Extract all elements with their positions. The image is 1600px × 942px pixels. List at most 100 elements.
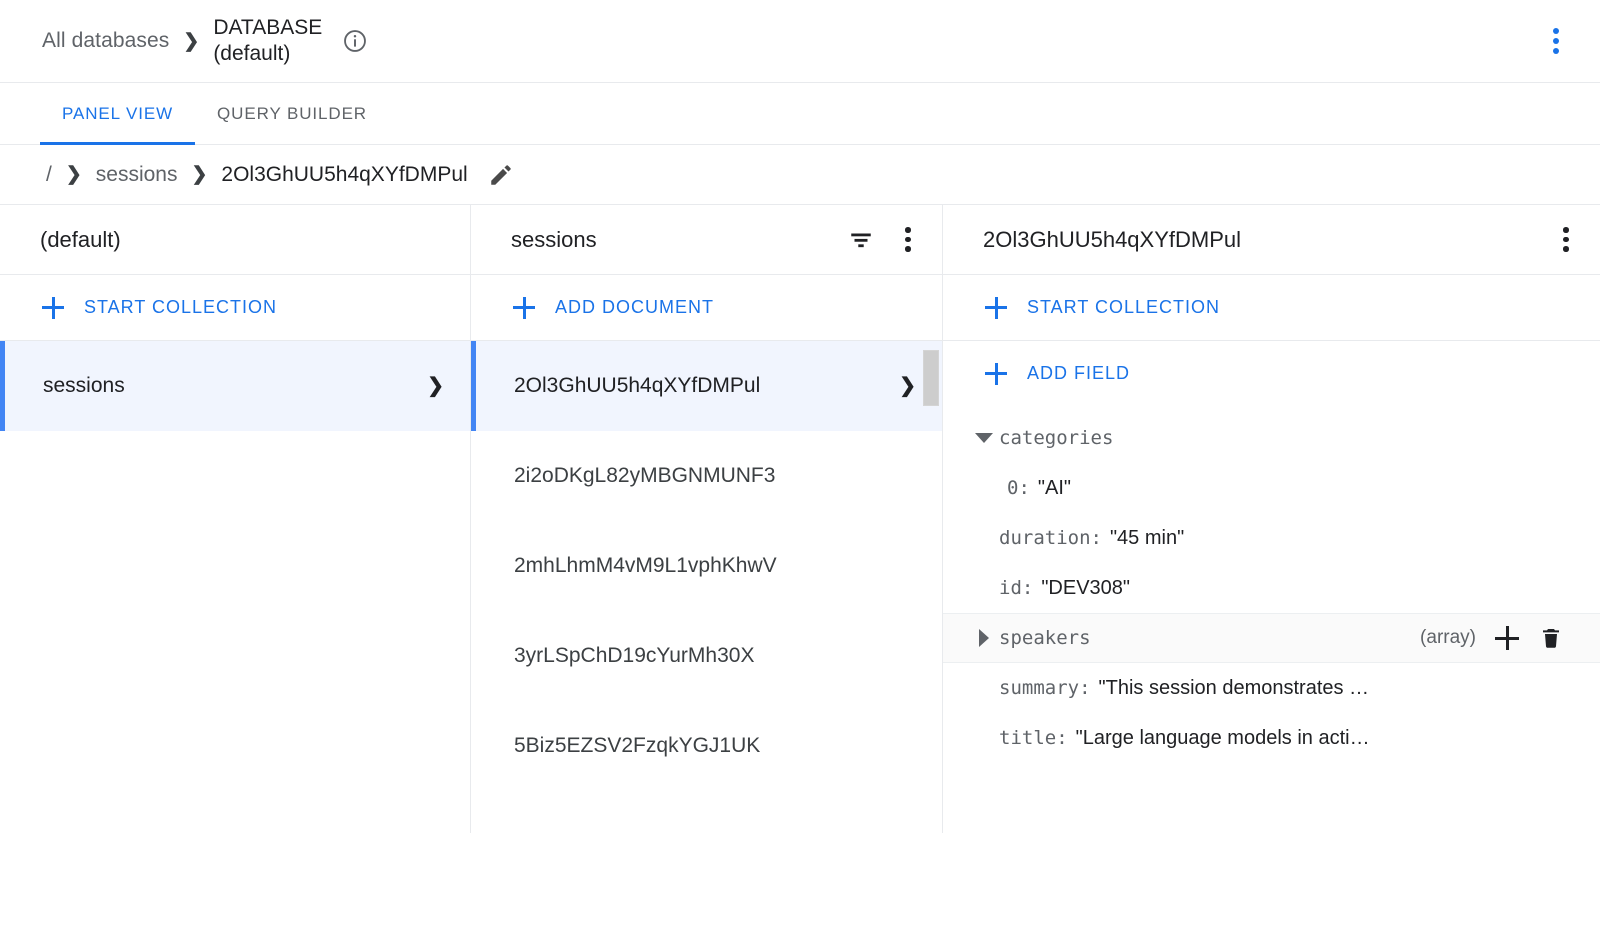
documents-list: 2Ol3GhUU5h4qXYfDMPul ❯ 2i2oDKgL82yMBGNMU… [471,341,942,833]
field-value: "45 min" [1110,527,1184,550]
more-vert-icon-dot [905,246,911,252]
tab-panel-view[interactable]: PANEL VIEW [40,83,195,144]
field-key: speakers [999,627,1091,649]
start-collection-label: START COLLECTION [84,297,277,318]
more-vert-icon-dot [905,227,911,233]
scrollbar-thumb[interactable] [923,350,939,406]
pencil-icon[interactable] [488,162,514,188]
field-value: "Large language models in acti… [1076,727,1370,750]
document-id: 2mhLhmM4vM9L1vphKhwV [514,554,916,578]
collection-name: sessions [43,374,417,398]
collections-panel-title: (default) [40,227,448,253]
list-item[interactable]: 2mhLhmM4vM9L1vphKhwV [471,521,942,611]
plus-icon [985,363,1007,385]
top-breadcrumb-bar: All databases ❯ DATABASE (default) [0,0,1600,83]
field-row[interactable]: id: "DEV308" [943,563,1600,613]
field-type-badge: (array) [1420,627,1476,649]
more-vert-icon-dot [1563,246,1569,252]
field-row[interactable]: summary: "This session demonstrates … [943,663,1600,713]
firestore-data-panel-view: All databases ❯ DATABASE (default) PANEL… [0,0,1600,833]
path-segment-document[interactable]: 2Ol3GhUU5h4qXYfDMPul [221,163,467,187]
field-key: duration: [999,527,1102,549]
document-fields-tree: categories 0: "AI" duration: "45 min" [943,407,1600,833]
field-value: "This session demonstrates … [1099,677,1370,700]
start-subcollection-label: START COLLECTION [1027,297,1220,318]
list-item[interactable]: 3yrLSpChD19cYurMh30X [471,611,942,701]
document-id: 2i2oDKgL82yMBGNMUNF3 [514,464,916,488]
chevron-right-icon: ❯ [183,32,199,51]
overflow-menu-button[interactable] [1542,27,1570,55]
add-array-item-icon[interactable] [1494,625,1520,651]
add-field-button[interactable]: ADD FIELD [943,341,1600,407]
field-key: title: [999,727,1068,749]
chevron-right-icon: ❯ [66,165,82,184]
document-detail-actions [1554,227,1578,253]
documents-panel-title: sessions [511,227,848,253]
chevron-right-icon: ❯ [191,165,207,184]
chevron-right-icon: ❯ [899,376,916,396]
document-id: 3yrLSpChD19cYurMh30X [514,644,916,668]
collections-panel: (default) START COLLECTION sessions ❯ [0,205,471,833]
field-row[interactable]: 0: "AI" [943,463,1600,513]
collections-panel-header: (default) [0,205,470,275]
list-item[interactable]: 2i2oDKgL82yMBGNMUNF3 [471,431,942,521]
documents-panel: sessions [471,205,943,833]
plus-icon [513,297,535,319]
more-vert-icon-dot [1563,227,1569,233]
field-row[interactable]: title: "Large language models in acti… [943,713,1600,763]
info-icon[interactable] [342,28,368,54]
documents-panel-actions [848,227,920,253]
document-id: 5Biz5EZSV2FzqkYGJ1UK [514,734,916,758]
add-document-label: ADD DOCUMENT [555,297,714,318]
more-vert-icon-dot [1553,48,1559,54]
delete-field-icon[interactable] [1538,625,1564,651]
collapse-triangle-icon[interactable] [969,433,999,443]
plus-icon [42,297,64,319]
add-document-button[interactable]: ADD DOCUMENT [471,275,942,341]
tab-query-builder[interactable]: QUERY BUILDER [195,83,389,144]
path-segment-collection[interactable]: sessions [96,163,178,187]
add-field-label: ADD FIELD [1027,363,1130,384]
list-item[interactable]: 5Biz5EZSV2FzqkYGJ1UK [471,701,942,791]
array-index-key: 0: [999,477,1030,499]
plus-icon [1495,626,1519,650]
document-detail-header: 2Ol3GhUU5h4qXYfDMPul [943,205,1600,275]
document-detail-panel: 2Ol3GhUU5h4qXYfDMPul START COLLECTION AD… [943,205,1600,833]
breadcrumb-all-databases[interactable]: All databases [42,29,169,53]
field-value: "DEV308" [1041,577,1130,600]
array-index-value: "AI" [1038,477,1071,500]
document-detail-title: 2Ol3GhUU5h4qXYfDMPul [983,227,1554,253]
field-key: summary: [999,677,1091,699]
more-vert-icon-dot [905,237,911,243]
field-row[interactable]: duration: "45 min" [943,513,1600,563]
chevron-right-icon: ❯ [427,376,444,396]
field-row[interactable]: categories [943,413,1600,463]
documents-panel-scrollbar[interactable] [921,342,941,942]
three-panel-browser: (default) START COLLECTION sessions ❯ se… [0,205,1600,833]
plus-icon [985,297,1007,319]
breadcrumb: All databases ❯ DATABASE (default) [42,15,368,66]
list-item[interactable]: sessions ❯ [0,341,470,431]
document-overflow-menu-button[interactable] [1554,227,1578,253]
trash-icon [1539,626,1563,650]
list-item[interactable]: 2Ol3GhUU5h4qXYfDMPul ❯ [471,341,942,431]
field-key: categories [999,427,1113,449]
expand-triangle-icon[interactable] [969,629,999,647]
filter-list-icon[interactable] [848,227,874,253]
database-label-line2: (default) [213,42,290,65]
field-row[interactable]: speakers (array) [943,613,1600,663]
view-tabs: PANEL VIEW QUERY BUILDER [0,83,1600,145]
field-key: id: [999,577,1033,599]
document-id: 2Ol3GhUU5h4qXYfDMPul [514,374,889,398]
document-path-bar: / ❯ sessions ❯ 2Ol3GhUU5h4qXYfDMPul [0,145,1600,205]
documents-panel-header: sessions [471,205,942,275]
database-label-line1: DATABASE [213,16,322,39]
path-root[interactable]: / [46,163,52,187]
collections-list: sessions ❯ [0,341,470,833]
start-subcollection-button[interactable]: START COLLECTION [943,275,1600,341]
start-collection-button[interactable]: START COLLECTION [0,275,470,341]
triangle-down-glyph [975,433,993,443]
breadcrumb-current-database: DATABASE (default) [213,15,322,66]
documents-overflow-menu-button[interactable] [896,227,920,253]
triangle-right-glyph [979,629,989,647]
